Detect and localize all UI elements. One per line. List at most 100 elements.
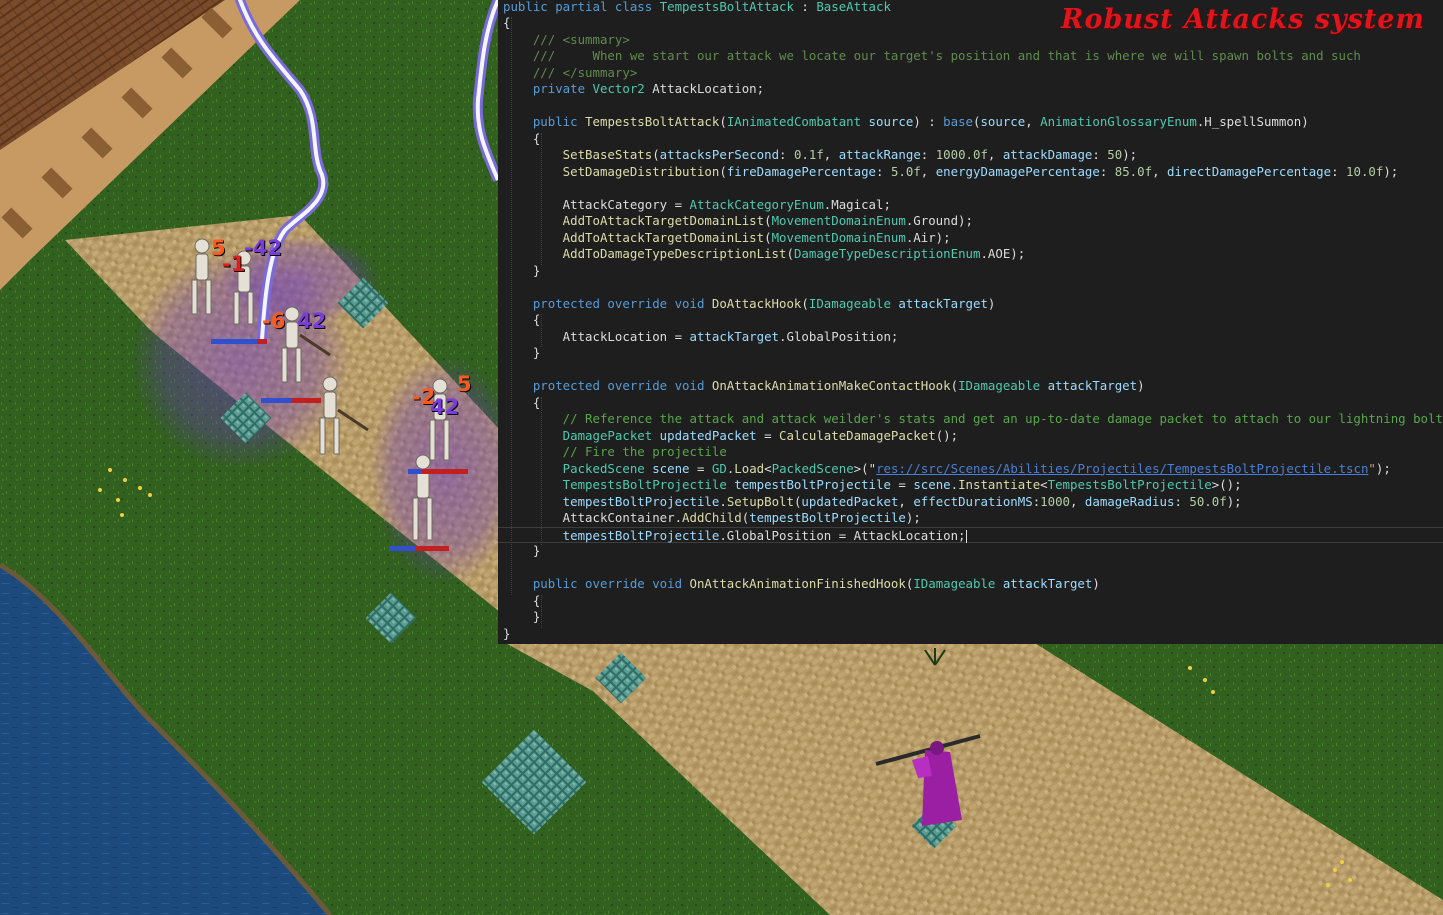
code-token: updatedPacket [652,427,757,443]
code-token: attackRange [838,147,921,162]
code-token: . [950,477,959,492]
code-line[interactable]: protected override void OnAttackAnimatio… [498,378,1443,395]
code-token: ( [950,378,959,393]
code-token: tempestBoltProjectile [726,477,891,492]
code-line[interactable]: AttackLocation = attackTarget.GlobalPosi… [498,329,1443,346]
code-token: // Fire the projectile [503,444,727,459]
code-token: AddChild [682,510,742,525]
code-token: 1000.0f [935,147,988,162]
code-line[interactable]: AttackCategory = AttackCategoryEnum.Magi… [498,197,1443,214]
code-token: OnAttackAnimationFinishedHook [689,576,906,591]
code-line[interactable]: AddToAttackTargetDomainList(MovementDoma… [498,230,1443,247]
code-token: { [503,312,541,327]
code-line[interactable] [498,279,1443,296]
code-token: attackDamage [1002,147,1093,162]
code-token: AnimationGlossaryEnum [1040,114,1197,129]
code-line[interactable]: public TempestsBoltAttack(IAnimatedComba… [498,114,1443,131]
code-token: ); [905,510,921,525]
code-token: BaseAttack [816,0,891,14]
text-cursor [965,529,967,543]
code-token: PackedScene [771,460,854,476]
code-token: .H_spellSummon) [1196,114,1309,129]
code-token: : [793,0,817,14]
code-token: >(); [1211,477,1242,492]
code-token: /// </summary> [503,64,638,80]
code-token: : [1092,147,1108,162]
code-line[interactable]: PackedScene scene = GD.Load<PackedScene>… [498,461,1443,478]
code-line[interactable] [498,98,1443,115]
code-token: .GlobalPosition; [779,328,899,344]
code-token: attackTarget [689,328,780,344]
code-line[interactable] [498,362,1443,379]
code-line[interactable]: } [498,345,1443,362]
code-token: } [503,625,511,641]
code-token: ( [786,246,794,261]
health-bar [408,469,468,474]
code-token: ( [719,114,727,129]
code-line[interactable]: } [498,626,1443,643]
code-line[interactable]: { [498,593,1443,610]
code-token: protected override void [503,378,712,393]
code-line[interactable]: tempestBoltProjectile.SetupBolt(updatedP… [498,494,1443,511]
code-editor-panel[interactable]: public partial class TempestsBoltAttack … [498,0,1443,644]
code-token: ( [652,147,660,162]
code-token: .AOE); [980,246,1026,261]
code-token: : [779,147,794,162]
code-token: , [1025,114,1041,129]
code-line[interactable]: { [498,395,1443,412]
code-token: TempestsBoltProjectile [503,477,727,492]
code-line[interactable]: AddToDamageTypeDescriptionList(DamageTyp… [498,246,1443,263]
code-token: TempestsBoltAttack [659,0,794,14]
code-line[interactable]: tempestBoltProjectile.GlobalPosition = A… [498,526,1443,543]
code-line[interactable]: SetBaseStats(attacksPerSecond: 0.1f, att… [498,147,1443,164]
code-line[interactable]: } [498,609,1443,626]
code-token: CalculateDamagePacket [779,427,936,443]
code-token: DamagePacket [503,427,653,443]
code-token: < [1040,477,1048,492]
code-line[interactable]: protected override void DoAttackHook(IDa… [498,296,1443,313]
code-line[interactable]: } [498,543,1443,560]
code-token: } [503,345,541,360]
code-token: : [1331,163,1347,179]
code-line[interactable]: AddToAttackTargetDomainList(MovementDoma… [498,213,1443,230]
code-line[interactable] [498,180,1443,197]
code-token: public partial class [503,0,660,14]
code-line[interactable] [498,560,1443,577]
code-line[interactable]: { [498,312,1443,329]
code-line[interactable]: private Vector2 AttackLocation; [498,81,1443,98]
code-token: 50.0f [1189,493,1227,509]
code-line[interactable]: SetDamageDistribution(fireDamagePercenta… [498,164,1443,181]
code-token: AttackLocation = [503,328,690,344]
code-token: /// When we start our attack we locate o… [503,48,1361,63]
code-line[interactable]: // Reference the attack and attack weild… [498,411,1443,428]
code-line[interactable]: // Fire the projectile [498,444,1443,461]
code-line[interactable]: /// </summary> [498,65,1443,82]
code-line[interactable]: DamagePacket updatedPacket = CalculateDa… [498,428,1443,445]
code-line[interactable]: /// When we start our attack we locate o… [498,48,1443,65]
code-token: .Ground); [905,213,973,228]
health-bar [389,546,449,551]
code-token: MovementDomainEnum [771,213,906,228]
damage-number: 5 [457,372,472,396]
code-line[interactable]: { [498,131,1443,148]
code-token: , [1070,493,1085,509]
code-token: SetBaseStats [503,147,653,162]
code-token: private [503,81,593,96]
health-bar [211,339,267,344]
code-token: 10.0f [1346,163,1384,179]
code-line[interactable]: TempestsBoltProjectile tempestBoltProjec… [498,477,1443,494]
code-token: tempestBoltProjectile [503,493,720,509]
code-line[interactable]: public override void OnAttackAnimationFi… [498,576,1443,593]
code-token: } [503,543,541,558]
code-line[interactable]: AttackContainer.AddChild(tempestBoltProj… [498,510,1443,527]
code-token: directDamagePercentage [1166,163,1332,179]
code-token: public [503,114,586,129]
code-token: source [861,114,914,129]
code-token: : [920,147,936,162]
code-token: SetupBolt [726,493,794,509]
code-line[interactable]: } [498,263,1443,280]
code-token: attackTarget [995,576,1093,591]
code-token: attacksPerSecond [659,147,780,162]
code-token: : [876,163,891,179]
code-token: updatedPacket [801,493,899,509]
